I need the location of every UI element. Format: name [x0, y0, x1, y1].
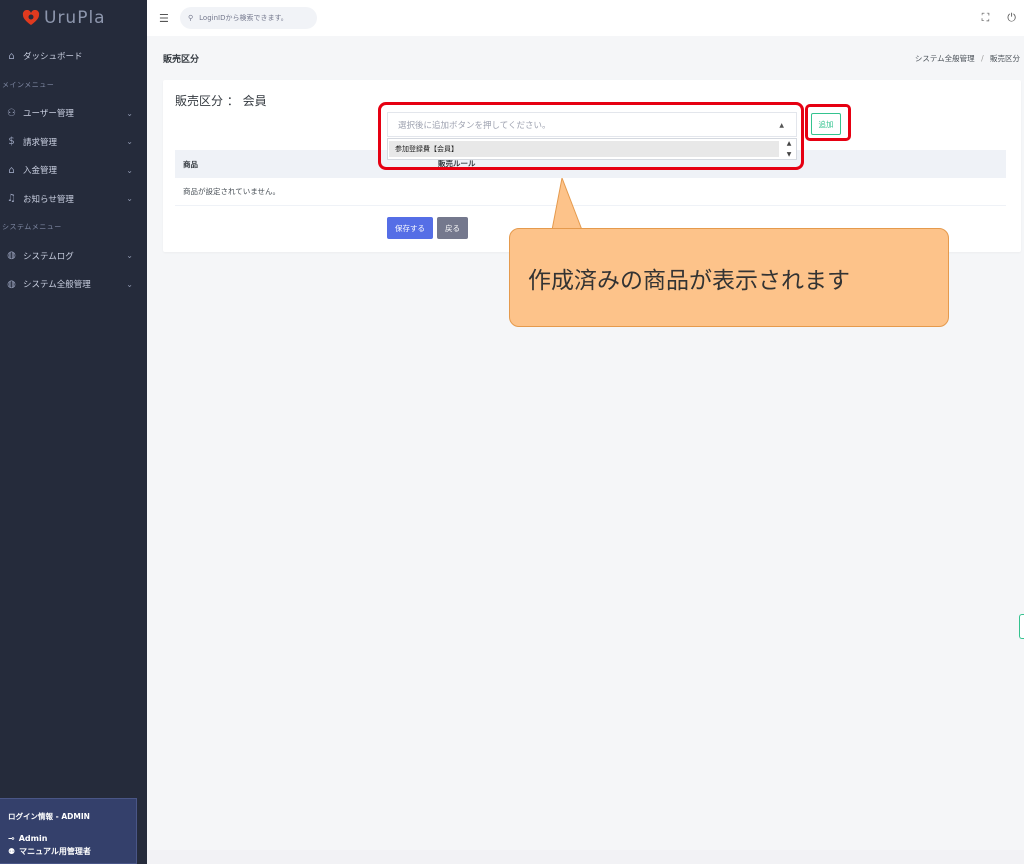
sidebar-item-system-settings[interactable]: ◍ システム全般管理 ⌄ [0, 270, 147, 299]
dollar-icon: $ [8, 136, 15, 148]
sidebar-item-label: システムログ [23, 251, 74, 262]
sidebar-item-label: 請求管理 [23, 137, 58, 148]
breadcrumb-separator: / [981, 53, 984, 63]
bell-icon: ♫ [7, 193, 16, 205]
sidebar-item-billing[interactable]: $ 請求管理 ⌄ [0, 128, 147, 157]
logo-mark-icon [22, 10, 40, 26]
sidebar-item-label: お知らせ管理 [23, 194, 74, 205]
menu-section-title: システムメニュー [2, 223, 62, 232]
home-icon: ⌂ [8, 50, 15, 62]
highlight-add-button [805, 104, 851, 141]
chevron-down-icon: ⌄ [126, 251, 133, 261]
menu-icon[interactable]: ☰ [159, 12, 172, 25]
globe-icon: ◍ [7, 278, 16, 290]
sidebar-item-system-log[interactable]: ◍ システムログ ⌄ [0, 242, 147, 271]
sidebar-item-dashboard[interactable]: ⌂ ダッシュボード [0, 42, 147, 71]
login-role-name: マニュアル用管理者 [19, 847, 91, 856]
breadcrumb-current: 販売区分 [990, 53, 1020, 63]
chevron-down-icon: ⌄ [126, 279, 133, 289]
sidebar-item-label: 入金管理 [23, 166, 58, 177]
chevron-down-icon: ⌄ [126, 137, 133, 147]
bank-icon: ⌂ [8, 164, 15, 176]
card-title: 販売区分 ： 会員 [175, 94, 267, 108]
breadcrumb: システム全般管理 / 販売区分 [915, 53, 1020, 64]
brand-name: UruPla [44, 8, 106, 28]
fullscreen-icon[interactable]: ⛶ [982, 11, 990, 25]
sidebar-item-label: ユーザー管理 [23, 109, 74, 120]
brand-logo[interactable]: UruPla [0, 0, 147, 36]
search-placeholder: LoginIDから検索できます。 [199, 14, 288, 22]
highlight-select-box [378, 102, 804, 170]
login-user-name: Admin [18, 834, 48, 843]
chevron-down-icon: ⌄ [126, 108, 133, 118]
login-user: ⊸ Admin [8, 834, 128, 843]
chevron-down-icon: ⌄ [126, 165, 133, 175]
globe-icon: ◍ [7, 250, 16, 262]
user-icon: ⚇ [7, 107, 16, 119]
login-role: ⚉ マニュアル用管理者 [8, 846, 128, 857]
save-button[interactable]: 保存する [387, 217, 433, 239]
sidebar-item-label: ダッシュボード [23, 52, 83, 63]
search-input[interactable]: ⚲ LoginIDから検索できます。 [180, 7, 317, 29]
search-icon: ⚲ [188, 14, 194, 22]
back-button[interactable]: 戻る [437, 217, 468, 239]
page-title: 販売区分 [163, 54, 200, 65]
login-info-panel: ログイン情報 - ADMIN ⊸ Admin ⚉ マニュアル用管理者 [0, 798, 137, 864]
annotation-callout: 作成済みの商品が表示されます [509, 228, 949, 327]
sidebar-item-users[interactable]: ⚇ ユーザー管理 ⌄ [0, 99, 147, 128]
login-info-title: ログイン情報 - ADMIN [8, 812, 90, 821]
footer-bar [147, 850, 1024, 864]
sidebar-item-notices[interactable]: ♫ お知らせ管理 ⌄ [0, 185, 147, 214]
topbar: ☰ ⚲ LoginIDから検索できます。 ⛶ ⏻ [147, 0, 1024, 36]
menu-section-title: メインメニュー [2, 80, 55, 89]
table-row-empty: 商品が設定されていません。 [175, 178, 1006, 206]
chevron-down-icon: ⌄ [126, 194, 133, 204]
callout-text: 作成済みの商品が表示されます [528, 267, 850, 294]
side-tab-button[interactable] [1019, 614, 1024, 639]
page-header: 販売区分 システム全般管理 / 販売区分 [163, 48, 1024, 68]
power-icon[interactable]: ⏻ [1007, 11, 1016, 25]
sidebar: UruPla ⌂ ダッシュボード メインメニュー ⚇ ユーザー管理 ⌄ $ 請求… [0, 0, 147, 864]
sidebar-item-payments[interactable]: ⌂ 入金管理 ⌄ [0, 156, 147, 185]
breadcrumb-parent[interactable]: システム全般管理 [915, 54, 975, 63]
users-icon: ⚉ [8, 847, 16, 856]
sidebar-item-label: システム全般管理 [23, 280, 91, 291]
key-icon: ⊸ [8, 834, 15, 843]
